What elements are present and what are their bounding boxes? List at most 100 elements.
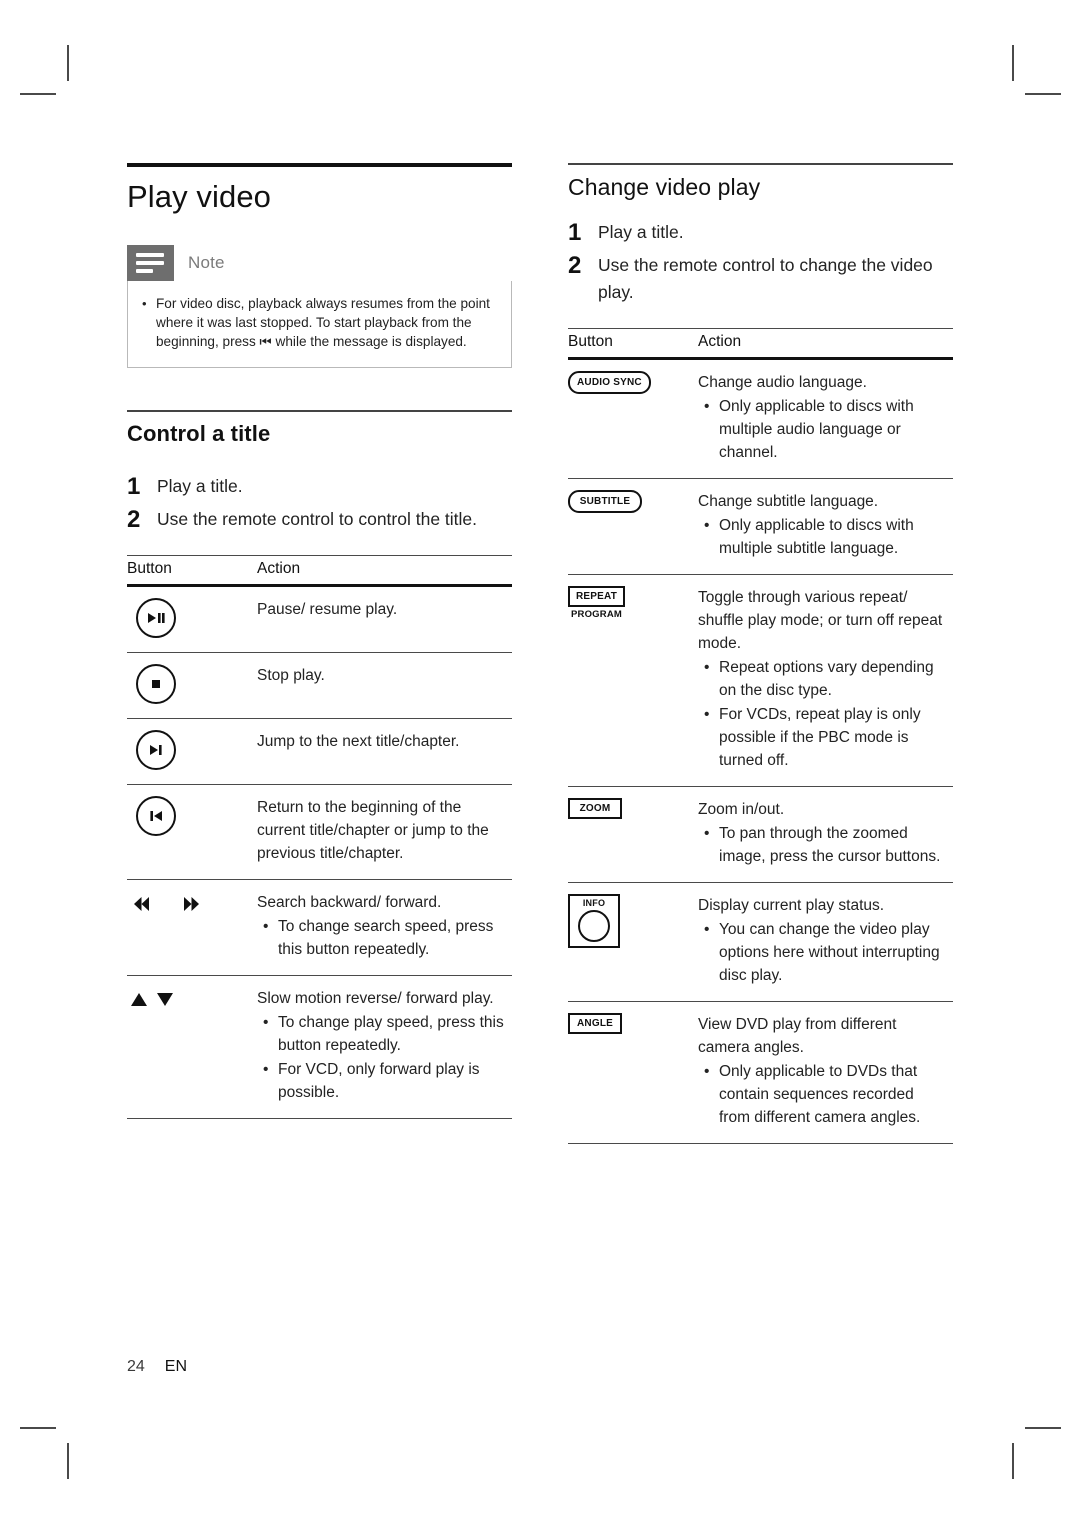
action-cell: Slow motion reverse/ forward play. • To … xyxy=(257,975,512,1119)
action-bullet-text: You can change the video play options he… xyxy=(719,920,940,984)
bullet-icon: • xyxy=(704,1062,710,1080)
column-header-button: Button xyxy=(127,554,257,587)
action-bullet-text: To change play speed, press this button … xyxy=(278,1013,504,1054)
bullet-icon: • xyxy=(704,658,710,676)
step-item: 2 Use the remote control to change the v… xyxy=(568,252,953,306)
step-item: 2 Use the remote control to control the … xyxy=(127,506,512,533)
action-text: Pause/ resume play. xyxy=(257,600,398,618)
action-bullet: • Repeat options vary depending on the d… xyxy=(698,656,949,702)
action-bullet: • You can change the video play options … xyxy=(698,918,949,987)
bullet-icon: • xyxy=(263,917,269,935)
play-pause-button-icon[interactable] xyxy=(136,597,176,638)
action-bullet-text: To change search speed, press this butto… xyxy=(278,917,494,958)
steps-control-a-title: 1 Play a title. 2 Use the remote control… xyxy=(127,473,512,533)
previous-track-button-icon[interactable] xyxy=(136,795,176,836)
action-bullet-text: Only applicable to discs with multiple a… xyxy=(719,397,914,461)
repeat-key-label[interactable]: REPEAT xyxy=(568,585,626,607)
note-body: • For video disc, playback always resume… xyxy=(127,281,512,368)
step-text: Use the remote control to change the vid… xyxy=(598,254,933,302)
step-text: Play a title. xyxy=(598,221,684,242)
action-cell: Search backward/ forward. • To change se… xyxy=(257,879,512,976)
info-key-label: INFO xyxy=(582,897,606,908)
section-heading-change-video-play: Change video play xyxy=(568,173,761,200)
program-key-label: PROGRAM xyxy=(571,608,623,620)
button-cell: AUDIO SYNC xyxy=(568,358,698,479)
up-down-triangles-icon[interactable] xyxy=(131,987,257,1013)
fast-forward-icon xyxy=(184,896,199,911)
button-cell: INFO xyxy=(568,882,698,1002)
step-number: 2 xyxy=(127,505,141,533)
button-cell: REPEAT PROGRAM xyxy=(568,574,698,787)
page-footer: 24 EN xyxy=(127,1358,187,1376)
action-cell: Display current play status. • You can c… xyxy=(698,882,953,1002)
action-bullet: • For VCD, only forward play is possible… xyxy=(257,1058,508,1104)
rewind-fastforward-icon[interactable] xyxy=(133,891,257,917)
zoom-key-icon[interactable]: ZOOM xyxy=(568,797,622,819)
table-row: ZOOM Zoom in/out. • To pan through the z… xyxy=(568,786,953,883)
action-text: Toggle through various repeat/ shuffle p… xyxy=(698,588,943,652)
note-label: Note xyxy=(188,253,225,272)
action-text: Return to the beginning of the current t… xyxy=(257,798,489,862)
step-text: Play a title. xyxy=(157,475,243,496)
action-cell: Change subtitle language. • Only applica… xyxy=(698,478,953,575)
section-rule-control-a-title xyxy=(127,410,512,412)
repeat-program-key-icon[interactable]: REPEAT PROGRAM xyxy=(568,585,626,620)
manual-page: Play video Note • For video disc, playba… xyxy=(0,0,1080,1524)
action-cell: Return to the beginning of the current t… xyxy=(257,784,512,880)
table-row: Search backward/ forward. • To change se… xyxy=(127,879,512,976)
action-text: View DVD play from different camera angl… xyxy=(698,1015,897,1056)
button-cell xyxy=(127,975,257,1119)
button-cell: SUBTITLE xyxy=(568,478,698,575)
bullet-icon: • xyxy=(263,1060,269,1078)
info-key-ring-icon xyxy=(578,909,610,942)
action-cell: Pause/ resume play. xyxy=(257,585,512,653)
action-cell: View DVD play from different camera angl… xyxy=(698,1001,953,1144)
button-cell xyxy=(127,652,257,719)
step-number: 1 xyxy=(568,218,582,246)
column-header-button: Button xyxy=(568,327,698,360)
stop-button-icon[interactable] xyxy=(136,663,176,704)
next-track-button-icon[interactable] xyxy=(136,729,176,770)
table-row: SUBTITLE Change subtitle language. • Onl… xyxy=(568,478,953,575)
page-language: EN xyxy=(164,1358,188,1375)
note-list-item: • For video disc, playback always resume… xyxy=(142,294,497,351)
bullet-icon: • xyxy=(704,516,710,534)
action-bullet: • Only applicable to discs with multiple… xyxy=(698,514,949,560)
bullet-icon: • xyxy=(704,705,710,723)
button-cell: ZOOM xyxy=(568,786,698,883)
action-bullet-text: Repeat options vary depending on the dis… xyxy=(719,658,934,699)
triangle-down-icon xyxy=(157,993,173,1007)
table-header-row: Button Action xyxy=(568,327,953,360)
table-row: Pause/ resume play. xyxy=(127,585,512,653)
page-number: 24 xyxy=(127,1358,145,1375)
note-header: Note xyxy=(127,245,512,281)
action-bullet: • To pan through the zoomed image, press… xyxy=(698,822,949,868)
button-cell xyxy=(127,879,257,976)
action-bullet-text: Only applicable to discs with multiple s… xyxy=(719,516,914,557)
button-cell xyxy=(127,718,257,785)
step-text: Use the remote control to control the ti… xyxy=(157,508,478,529)
button-cell xyxy=(127,784,257,880)
bullet-icon: • xyxy=(142,296,147,311)
action-cell: Toggle through various repeat/ shuffle p… xyxy=(698,574,953,787)
angle-key-icon[interactable]: ANGLE xyxy=(568,1012,622,1034)
table-row: Slow motion reverse/ forward play. • To … xyxy=(127,975,512,1119)
button-cell xyxy=(127,585,257,653)
column-header-action: Action xyxy=(698,327,953,360)
button-cell: ANGLE xyxy=(568,1001,698,1144)
action-bullet-text: Only applicable to DVDs that contain seq… xyxy=(719,1062,921,1126)
subtitle-key-icon[interactable]: SUBTITLE xyxy=(568,489,642,513)
action-bullet: • Only applicable to DVDs that contain s… xyxy=(698,1060,949,1129)
button-action-table-right: Button Action AUDIO SYNC Change audio la… xyxy=(568,327,953,1144)
audio-sync-key-icon[interactable]: AUDIO SYNC xyxy=(568,370,651,394)
triangle-up-icon xyxy=(131,993,147,1007)
action-text: Display current play status. xyxy=(698,896,885,914)
column-header-action: Action xyxy=(257,554,512,587)
action-bullet-text: For VCD, only forward play is possible. xyxy=(278,1060,480,1101)
action-cell: Stop play. xyxy=(257,652,512,719)
page-title: Play video xyxy=(127,179,272,214)
table-row: INFO Display current play status. • You … xyxy=(568,882,953,1002)
info-key-icon[interactable]: INFO xyxy=(568,893,620,948)
section-rule-change-video-play xyxy=(568,163,953,165)
steps-change-video-play: 1 Play a title. 2 Use the remote control… xyxy=(568,219,953,306)
